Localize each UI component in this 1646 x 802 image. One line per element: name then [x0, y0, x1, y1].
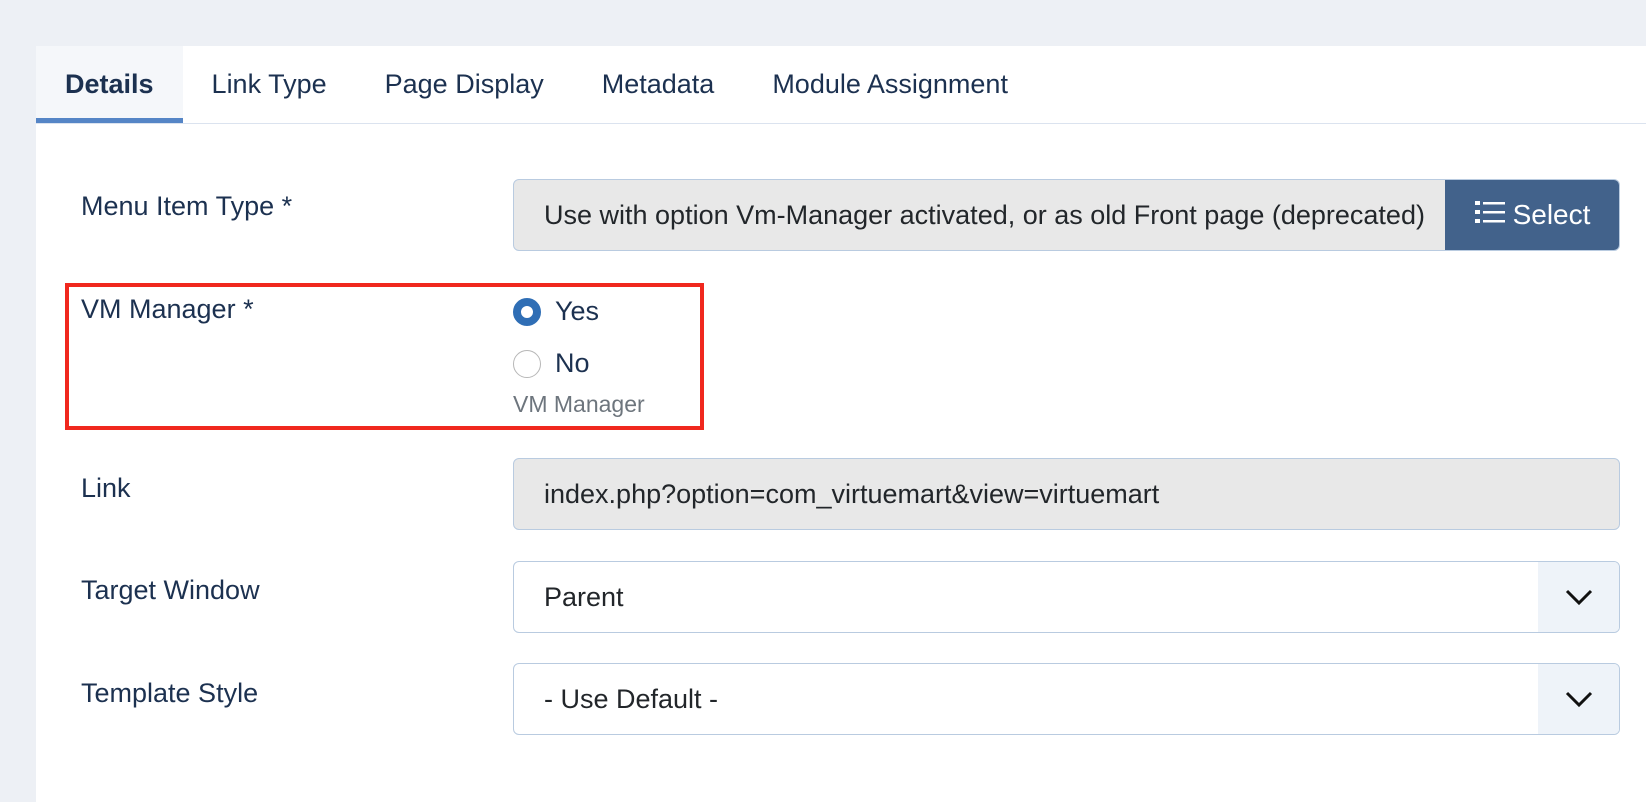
- target-window-label: Target Window: [81, 575, 260, 605]
- link-label: Link: [81, 473, 131, 503]
- chevron-down-icon[interactable]: [1538, 664, 1619, 734]
- menu-item-type-label: Menu Item Type *: [81, 191, 293, 221]
- radio-no-label: No: [555, 348, 590, 378]
- select-menu-type-button[interactable]: Select: [1445, 180, 1619, 250]
- tab-page-display[interactable]: Page Display: [356, 46, 573, 123]
- menu-item-type-field: Use with option Vm-Manager activated, or…: [513, 179, 1620, 251]
- select-button-label: Select: [1512, 199, 1591, 230]
- target-window-select[interactable]: Parent: [513, 561, 1620, 633]
- tab-bar: Details Link Type Page Display Metadata …: [36, 46, 1646, 124]
- chevron-down-icon[interactable]: [1538, 562, 1619, 632]
- vm-manager-no-option[interactable]: No: [513, 348, 590, 379]
- link-field: index.php?option=com_virtuemart&view=vir…: [513, 458, 1620, 530]
- menu-item-edit-card: Details Link Type Page Display Metadata …: [36, 46, 1646, 802]
- vm-manager-hint: VM Manager: [513, 391, 645, 417]
- link-value: index.php?option=com_virtuemart&view=vir…: [544, 478, 1160, 509]
- list-icon: [1474, 199, 1505, 231]
- radio-yes-label: Yes: [555, 296, 600, 326]
- vm-manager-label: VM Manager *: [81, 294, 254, 324]
- template-style-select[interactable]: - Use Default -: [513, 663, 1620, 735]
- tab-link-type[interactable]: Link Type: [183, 46, 356, 123]
- tab-details[interactable]: Details: [36, 46, 183, 123]
- template-style-value: - Use Default -: [544, 683, 719, 714]
- tab-metadata[interactable]: Metadata: [573, 46, 744, 123]
- vm-manager-yes-option[interactable]: Yes: [513, 296, 599, 327]
- menu-item-type-value: Use with option Vm-Manager activated, or…: [544, 199, 1425, 230]
- template-style-label: Template Style: [81, 678, 259, 708]
- radio-no[interactable]: [513, 349, 541, 378]
- radio-yes[interactable]: [513, 297, 541, 326]
- tab-module-assignment[interactable]: Module Assignment: [743, 46, 1037, 123]
- target-window-value: Parent: [544, 581, 624, 612]
